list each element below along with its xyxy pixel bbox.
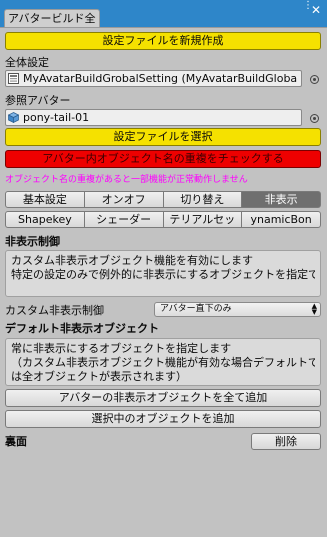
close-icon[interactable]: ✕ bbox=[311, 3, 321, 17]
custom-hide-select[interactable]: アバター直下のみ ▲ ▼ bbox=[154, 302, 321, 317]
tab-basic-settings[interactable]: 基本設定 bbox=[5, 191, 85, 208]
cube-icon bbox=[8, 112, 19, 123]
menu-icon[interactable]: ⋮ bbox=[303, 1, 313, 16]
help-line: は全オブジェクトが表示されます） bbox=[11, 370, 187, 383]
inspector-panel: 設定ファイルを新規作成 全体設定 MyAvatarBuildGrobalSett… bbox=[0, 27, 327, 537]
tab-row-1: 基本設定 オンオフ 切り替え 非表示 bbox=[5, 191, 321, 208]
help-line: カスタム非表示オブジェクト機能を有効にします bbox=[11, 254, 253, 267]
custom-hide-label: カスタム非表示制御 bbox=[5, 304, 104, 317]
default-hidden-title: デフォルト非表示オブジェクト bbox=[5, 322, 159, 335]
target-icon[interactable] bbox=[310, 114, 319, 123]
select-settings-file-button[interactable]: 設定ファイルを選択 bbox=[5, 128, 321, 146]
help-line: 特定の設定のみで例外的に非表示にするオブジェクトを指定でき bbox=[11, 268, 315, 281]
scriptable-object-icon bbox=[8, 73, 19, 84]
new-settings-file-button[interactable]: 設定ファイルを新規作成 bbox=[5, 32, 321, 50]
help-line: 常に非表示にするオブジェクトを指定します bbox=[11, 342, 232, 355]
general-settings-label: 全体設定 bbox=[5, 56, 49, 69]
help-line: （カスタム非表示オブジェクト機能が有効な場合デフォルトで bbox=[11, 356, 315, 369]
tab-on-off[interactable]: オンオフ bbox=[83, 191, 164, 208]
add-all-hidden-objects-button[interactable]: アバターの非表示オブジェクトを全て追加 bbox=[5, 389, 321, 407]
tab-shapekey[interactable]: Shapekey bbox=[5, 211, 85, 228]
avatar-field[interactable]: pony-tail-01 bbox=[5, 109, 302, 126]
tab-switch[interactable]: 切り替え bbox=[162, 191, 243, 208]
settings-file-field[interactable]: MyAvatarBuildGrobalSetting (MyAvatarBuil… bbox=[5, 70, 302, 87]
tab-shader[interactable]: シェーダー bbox=[83, 211, 164, 228]
default-hidden-help: 常に非表示にするオブジェクトを指定します （カスタム非表示オブジェクト機能が有効… bbox=[5, 338, 321, 386]
tab-material-set[interactable]: テリアルセッ bbox=[162, 211, 243, 228]
target-icon[interactable] bbox=[310, 75, 319, 84]
hide-control-help: カスタム非表示オブジェクト機能を有効にします 特定の設定のみで例外的に非表示にす… bbox=[5, 250, 321, 297]
avatar-value: pony-tail-01 bbox=[23, 111, 90, 124]
check-duplicate-names-button[interactable]: アバター内オブジェクト名の重複をチェックする bbox=[5, 150, 321, 168]
window-tab-bar: アバタービルド全 ⋮ ✕ bbox=[0, 0, 327, 27]
select-arrows-icon: ▲ ▼ bbox=[311, 302, 317, 316]
duplicate-warning-text: オブジェクト名の重複があると一部機能が正常動作しません bbox=[5, 175, 248, 185]
add-selected-objects-button[interactable]: 選択中のオブジェクトを追加 bbox=[5, 410, 321, 428]
custom-hide-select-value: アバター直下のみ bbox=[160, 304, 232, 314]
reference-avatar-label: 参照アバター bbox=[5, 94, 71, 107]
delete-button[interactable]: 削除 bbox=[251, 433, 321, 450]
tab-dynamic-bone[interactable]: ynamicBon bbox=[241, 211, 321, 228]
hide-control-title: 非表示制御 bbox=[5, 235, 60, 248]
tab-hide[interactable]: 非表示 bbox=[241, 191, 321, 208]
tab-row-2: Shapekey シェーダー テリアルセッ ynamicBon bbox=[5, 211, 321, 228]
back-face-label: 裏面 bbox=[5, 435, 27, 448]
settings-file-value: MyAvatarBuildGrobalSetting (MyAvatarBuil… bbox=[23, 72, 298, 85]
window-tab[interactable]: アバタービルド全 bbox=[4, 9, 100, 27]
